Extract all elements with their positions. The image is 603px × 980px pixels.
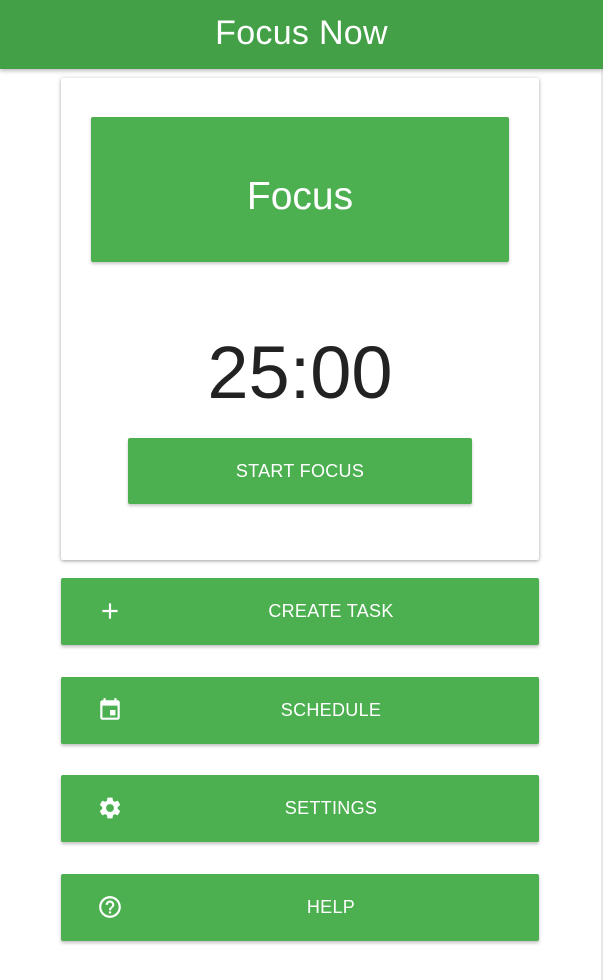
calendar-icon bbox=[97, 697, 123, 723]
create-task-label: CREATE TASK bbox=[268, 601, 394, 621]
app-bar: Focus Now bbox=[0, 0, 603, 69]
schedule-button[interactable]: SCHEDULE bbox=[61, 677, 539, 744]
help-circle-icon bbox=[97, 894, 123, 920]
app-title: Focus Now bbox=[215, 14, 388, 52]
create-task-button[interactable]: CREATE TASK bbox=[61, 578, 539, 645]
settings-button[interactable]: SETTINGS bbox=[61, 775, 539, 842]
schedule-label: SCHEDULE bbox=[280, 700, 382, 720]
start-focus-button[interactable]: START FOCUS bbox=[128, 438, 472, 504]
focus-mode-button[interactable]: Focus bbox=[91, 117, 509, 262]
help-button[interactable]: HELP bbox=[61, 874, 539, 941]
timer-display: 25:00 bbox=[207, 331, 393, 414]
plus-icon bbox=[97, 598, 123, 624]
settings-label: SETTINGS bbox=[284, 798, 378, 818]
gear-icon bbox=[97, 795, 123, 821]
mode-label: Focus bbox=[246, 174, 354, 218]
help-label: HELP bbox=[306, 897, 356, 917]
timer-card: Focus 25:00 START FOCUS bbox=[61, 78, 539, 560]
